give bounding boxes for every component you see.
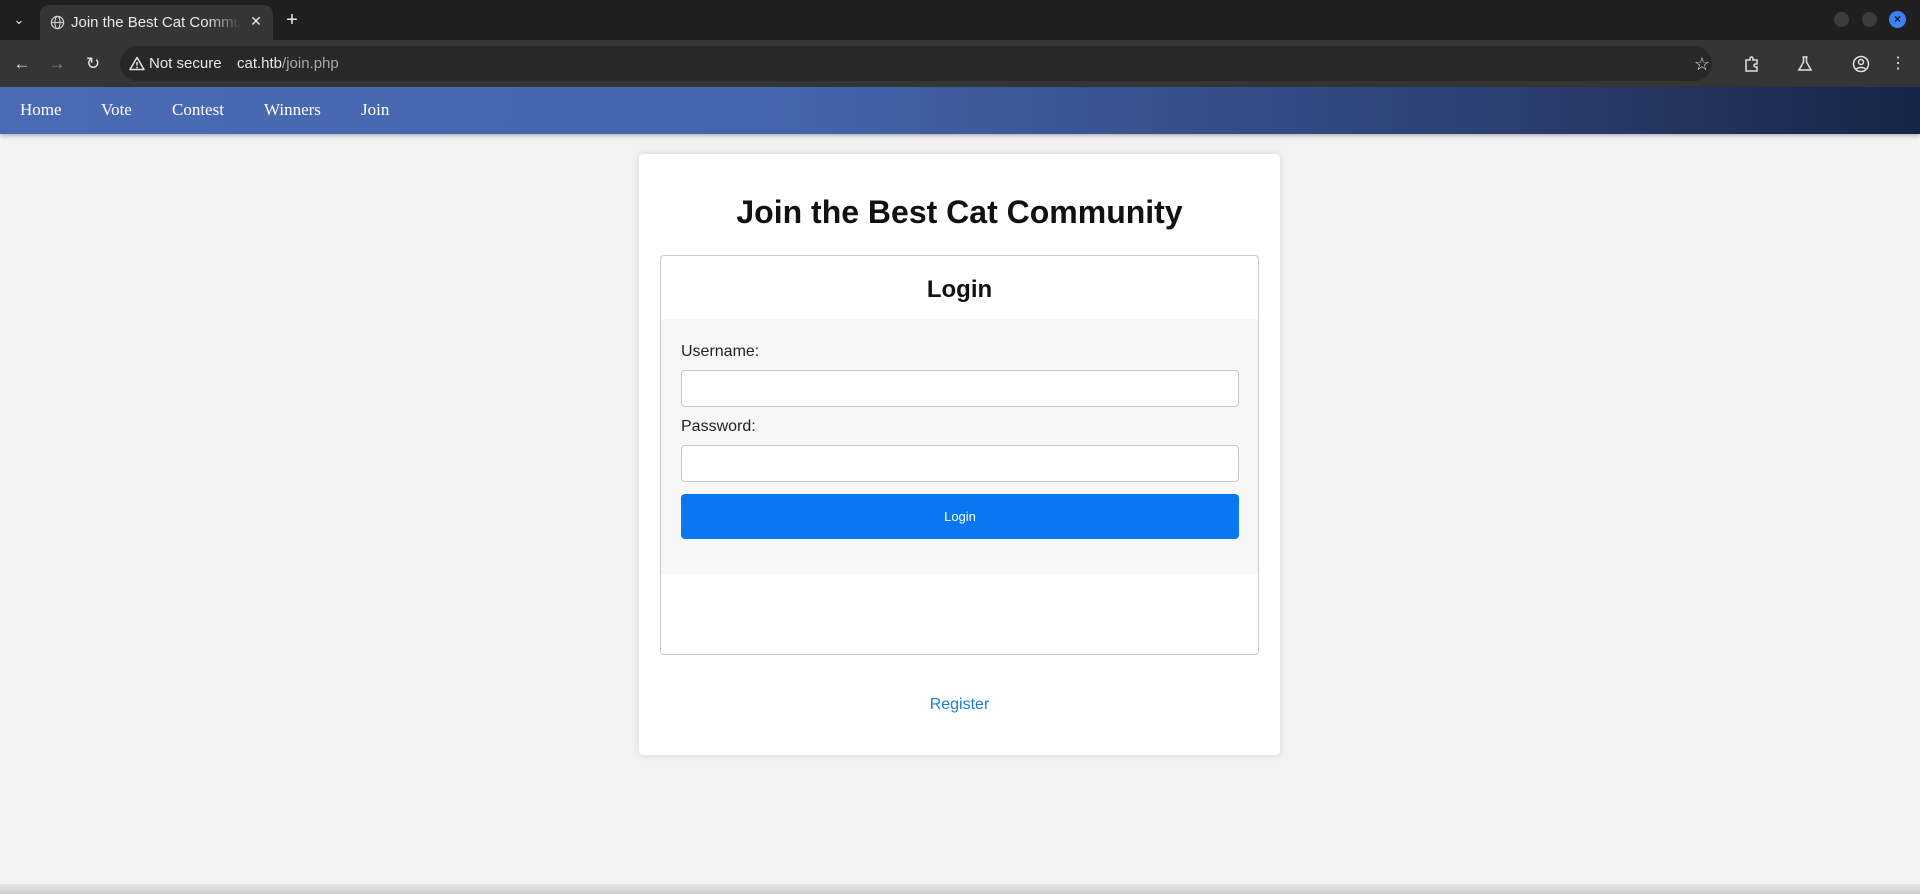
new-tab-icon[interactable]: + — [281, 8, 303, 32]
warning-triangle-icon — [129, 56, 145, 71]
forward-icon[interactable]: → — [45, 52, 69, 76]
password-input[interactable] — [681, 445, 1239, 482]
join-card: Join the Best Cat Community Login Userna… — [639, 154, 1280, 755]
profile-account-icon[interactable] — [1849, 52, 1873, 76]
browser-tab[interactable]: Join the Best Cat Community ✕ — [40, 5, 273, 40]
extensions-puzzle-icon[interactable] — [1740, 52, 1764, 76]
minimize-window-icon[interactable] — [1834, 12, 1849, 27]
nav-join-link[interactable]: Join — [361, 100, 389, 120]
tab-title: Join the Best Cat Community — [71, 14, 241, 31]
address-bar[interactable]: Not secure cat.htb/join.php — [120, 46, 1712, 81]
browser-toolbar: ← → ↻ Not secure cat.htb/join.php ☆ ⋮ — [0, 40, 1920, 87]
register-link[interactable]: Register — [639, 696, 1280, 714]
maximize-window-icon[interactable] — [1862, 12, 1877, 27]
back-icon[interactable]: ← — [10, 52, 34, 76]
window-bottom-edge — [0, 884, 1920, 894]
globe-icon — [50, 15, 65, 30]
url-text[interactable]: cat.htb/join.php — [237, 55, 339, 72]
tab-search-dropdown-icon[interactable]: ⌄ — [6, 9, 32, 31]
password-label: Password: — [681, 418, 756, 435]
login-button[interactable]: Login — [681, 494, 1239, 539]
username-label: Username: — [681, 343, 760, 360]
close-tab-icon[interactable]: ✕ — [246, 11, 266, 31]
url-host: cat.htb — [237, 55, 283, 72]
login-form: Username: Password: Login — [661, 319, 1258, 574]
security-status[interactable]: Not secure — [149, 55, 222, 72]
nav-home-link[interactable]: Home — [20, 100, 62, 120]
login-form-container: Login Username: Password: Login — [660, 255, 1259, 655]
reload-icon[interactable]: ↻ — [81, 52, 105, 76]
close-window-icon[interactable]: × — [1889, 11, 1906, 28]
labs-flask-icon[interactable] — [1793, 52, 1817, 76]
url-path: /join.php — [282, 55, 339, 72]
page-title: Join the Best Cat Community — [736, 194, 1183, 230]
login-heading: Login — [926, 276, 993, 303]
bookmark-star-icon[interactable]: ☆ — [1690, 52, 1714, 76]
browser-tab-strip: ⌄ Join the Best Cat Community ✕ + × — [0, 0, 1920, 40]
nav-vote-link[interactable]: Vote — [101, 100, 132, 120]
nav-winners-link[interactable]: Winners — [264, 100, 321, 120]
nav-contest-link[interactable]: Contest — [172, 100, 224, 120]
site-navigation: Home Vote Contest Winners Join — [0, 87, 1920, 134]
kebab-menu-icon[interactable]: ⋮ — [1886, 52, 1910, 76]
username-input[interactable] — [681, 370, 1239, 407]
